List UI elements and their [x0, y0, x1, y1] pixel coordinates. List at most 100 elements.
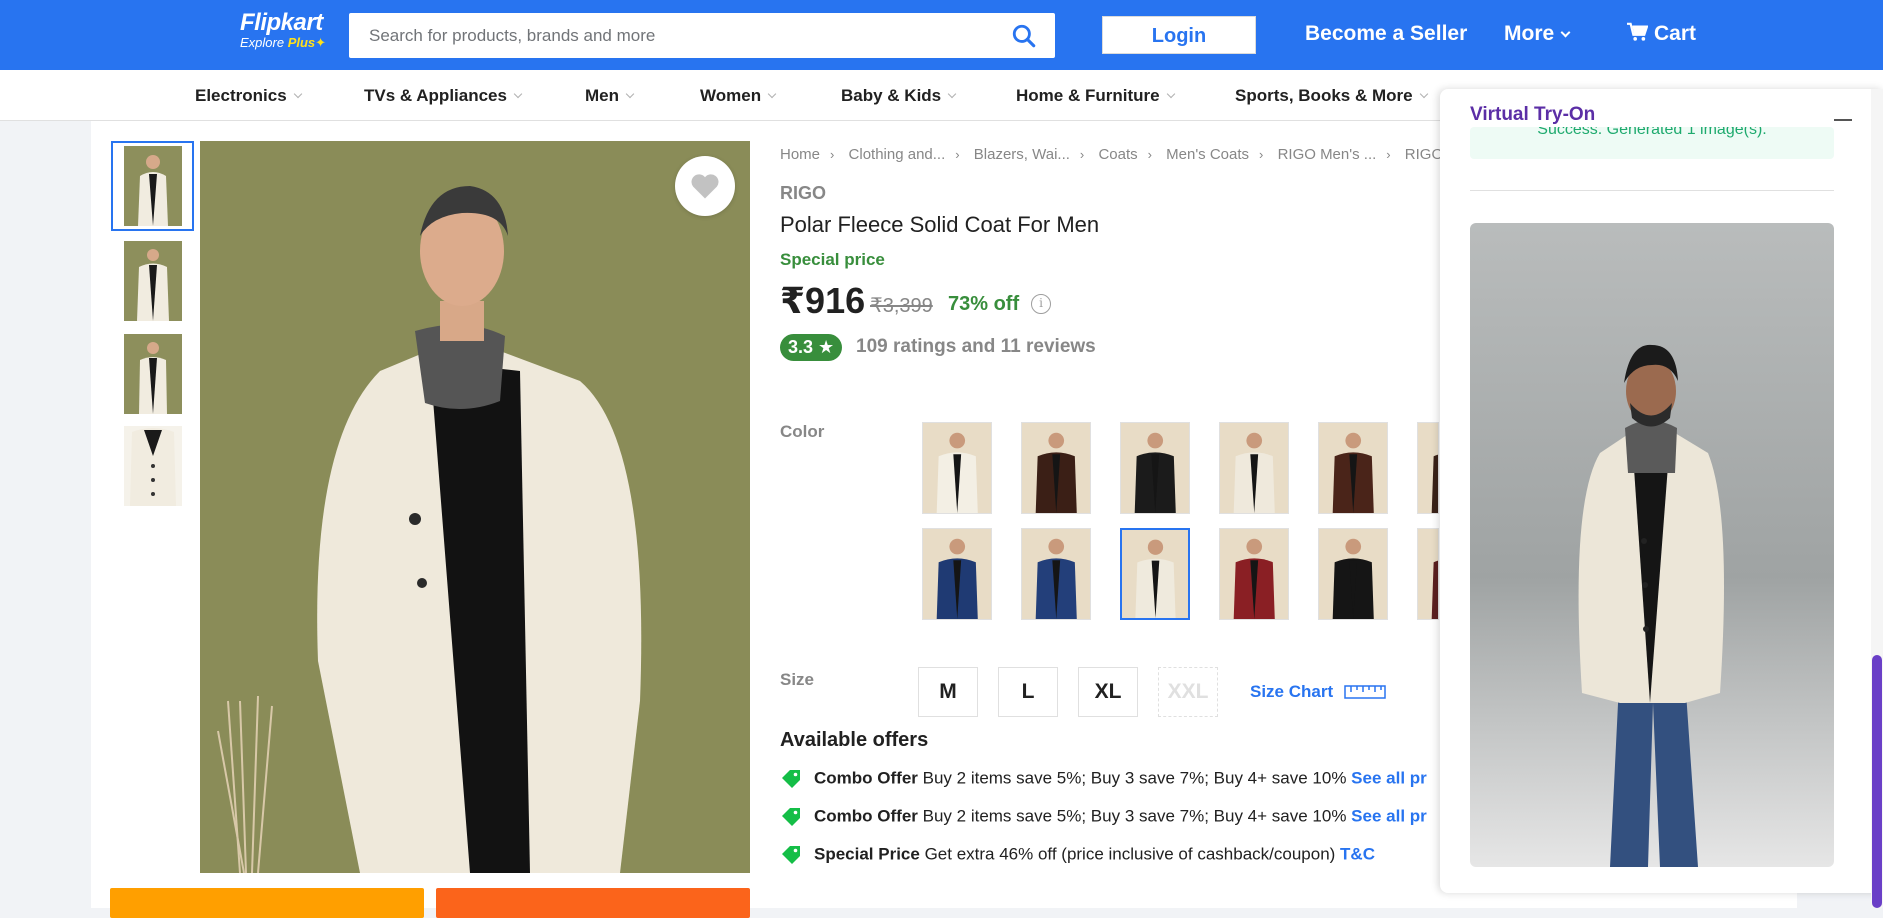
tryon-title: Virtual Try-On [1470, 104, 1596, 125]
category-home-furniture[interactable]: Home & Furniture [1016, 86, 1175, 106]
wishlist-button[interactable] [675, 156, 735, 216]
size-option-m[interactable]: M [918, 667, 978, 717]
heart-icon [691, 174, 719, 199]
tryon-person-image [1470, 223, 1834, 867]
size-option-xxl: XXL [1158, 667, 1218, 717]
coat-thumbnail-image [123, 241, 182, 321]
chevron-down-icon [293, 89, 302, 99]
product-title: Polar Fleece Solid Coat For Men [780, 212, 1100, 237]
special-price-label: Special price [780, 250, 885, 269]
color-swatch-8[interactable] [1021, 528, 1091, 620]
color-swatch-6[interactable] [1417, 422, 1439, 514]
chevron-down-icon [1560, 27, 1571, 38]
offer-tag-icon [782, 808, 800, 826]
size-option-xl[interactable]: XL [1078, 667, 1138, 717]
star-icon: ★ [818, 337, 835, 357]
color-swatch-5[interactable] [1318, 422, 1388, 514]
offer-item: Combo Offer Buy 2 items save 5%; Buy 3 s… [780, 806, 1427, 828]
color-swatch-2[interactable] [1021, 422, 1091, 514]
chevron-right-icon: › [955, 147, 960, 162]
discount-percent: 73% off [948, 293, 1020, 315]
virtual-tryon-panel: Virtual Try-On Success. Generated 1 imag… [1440, 89, 1883, 893]
color-swatch-4[interactable] [1219, 422, 1289, 514]
category-electronics[interactable]: Electronics [195, 86, 302, 106]
chevron-down-icon [1166, 89, 1175, 99]
rating-badge[interactable]: 3.3 ★ [780, 334, 843, 361]
offer-item: Special Price Get extra 46% off (price i… [780, 844, 1375, 866]
ruler-icon [1344, 685, 1386, 699]
tryon-result-image[interactable] [1470, 223, 1834, 867]
cart-icon [1627, 22, 1649, 41]
search-bar [349, 13, 1055, 58]
offer-link[interactable]: See all pr [1351, 768, 1427, 787]
thumbnail-2[interactable] [111, 236, 194, 326]
size-label: Size [780, 670, 815, 689]
product-price: ₹916 [780, 280, 866, 321]
original-price: ₹3,399 [870, 295, 933, 317]
chevron-down-icon [625, 89, 635, 99]
chevron-down-icon [947, 89, 957, 99]
chevron-down-icon [767, 89, 777, 99]
product-brand: RIGO [780, 183, 827, 203]
chevron-down-icon [513, 89, 523, 99]
ratings-reviews-link[interactable]: 109 ratings and 11 reviews [856, 336, 1096, 358]
color-swatch-3[interactable] [1120, 422, 1190, 514]
login-button[interactable]: Login [1102, 16, 1256, 54]
coat-model-image [200, 141, 750, 873]
color-swatch-11[interactable] [1318, 528, 1388, 620]
product-main-image[interactable] [200, 141, 750, 873]
category-men[interactable]: Men [585, 86, 635, 106]
more-label: More [1504, 22, 1555, 45]
color-swatch-1[interactable] [922, 422, 992, 514]
coat-thumbnail-image [123, 426, 182, 506]
size-chart-link[interactable]: Size Chart [1250, 682, 1386, 702]
category-tvs-appliances[interactable]: TVs & Appliances [364, 86, 523, 106]
color-swatch-9[interactable] [1120, 528, 1190, 620]
breadcrumb-item[interactable]: RIGO Men's ... [1278, 146, 1377, 163]
buy-now-button[interactable] [436, 888, 750, 918]
chevron-right-icon: › [1259, 147, 1264, 162]
breadcrumb-item[interactable]: Coats [1098, 146, 1137, 163]
breadcrumb: Home › Clothing and... › Blazers, Wai... › … [780, 146, 1467, 163]
logo-subtext: Explore Plus✦ [240, 35, 327, 50]
category-baby-kids[interactable]: Baby & Kids [841, 86, 957, 106]
breadcrumb-item[interactable]: Men's Coats [1166, 146, 1249, 163]
chevron-down-icon [1419, 89, 1428, 99]
tryon-status-message: Success. Generated 1 image(s). [1470, 127, 1834, 159]
breadcrumb-item[interactable]: Clothing and... [849, 146, 946, 163]
size-option-l[interactable]: L [998, 667, 1058, 717]
color-swatch-7[interactable] [922, 528, 992, 620]
become-seller-link[interactable]: Become a Seller [1305, 22, 1467, 46]
search-icon[interactable] [1011, 23, 1037, 49]
info-icon[interactable]: i [1031, 294, 1051, 314]
chevron-right-icon: › [1386, 147, 1391, 162]
offer-link[interactable]: T&C [1340, 844, 1375, 863]
chevron-right-icon: › [1147, 147, 1152, 162]
color-swatch-10[interactable] [1219, 528, 1289, 620]
breadcrumb-item[interactable]: Blazers, Wai... [974, 146, 1070, 163]
scrollbar-thumb[interactable] [1872, 655, 1882, 908]
thumbnail-1[interactable] [111, 141, 194, 231]
thumbnail-4[interactable] [111, 421, 194, 511]
cart-label: Cart [1654, 22, 1697, 45]
chevron-right-icon: › [830, 147, 835, 162]
minimize-button[interactable] [1834, 105, 1852, 121]
category-women[interactable]: Women [700, 86, 777, 106]
offer-tag-icon [782, 846, 800, 864]
chevron-right-icon: › [1079, 147, 1085, 162]
logo-text: Flipkart [240, 9, 323, 36]
coat-thumbnail-image [123, 334, 182, 414]
coat-thumbnail-image [123, 146, 182, 226]
search-input[interactable] [349, 13, 989, 58]
category-sports-books[interactable]: Sports, Books & More [1235, 86, 1428, 106]
flipkart-logo[interactable]: Flipkart Explore Plus✦ [240, 10, 326, 50]
more-menu[interactable]: More [1504, 22, 1571, 46]
breadcrumb-item[interactable]: Home [780, 146, 820, 163]
color-swatch-12[interactable] [1417, 528, 1439, 620]
offer-item: Combo Offer Buy 2 items save 5%; Buy 3 s… [780, 768, 1427, 790]
offer-link[interactable]: See all pr [1351, 806, 1427, 825]
thumbnail-3[interactable] [111, 329, 194, 419]
cart-link[interactable]: Cart [1626, 22, 1696, 46]
add-to-cart-button[interactable] [110, 888, 424, 918]
divider [1470, 190, 1834, 191]
